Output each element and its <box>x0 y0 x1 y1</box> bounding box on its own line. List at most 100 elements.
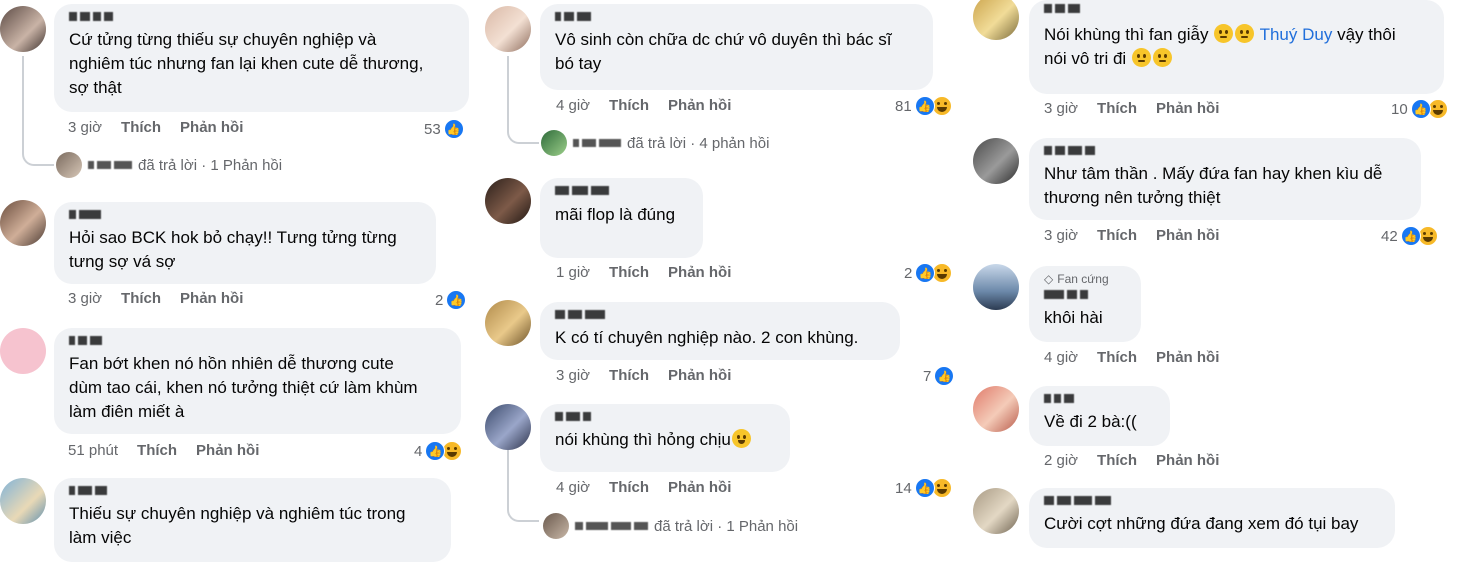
commenter-name-blurred <box>1044 288 1127 301</box>
like-button[interactable]: Thích <box>1097 349 1137 366</box>
reply-button[interactable]: Phản hồi <box>180 119 243 136</box>
comment-actions: 3 giờ Thích Phản hồi <box>68 119 243 136</box>
like-button[interactable]: Thích <box>1097 100 1137 117</box>
reaction-count: 4 <box>414 442 423 460</box>
comment-time[interactable]: 1 giờ <box>556 264 590 281</box>
upside-down-emoji-icon <box>1152 48 1172 67</box>
avatar[interactable] <box>0 328 46 374</box>
reaction-summary[interactable]: 2 👍 <box>904 263 953 283</box>
like-button[interactable]: Thích <box>1097 227 1137 244</box>
like-button[interactable]: Thích <box>609 264 649 281</box>
haha-reaction-icon <box>1417 226 1438 246</box>
reply-button[interactable]: Phản hồi <box>668 264 731 281</box>
like-button[interactable]: Thích <box>609 97 649 114</box>
comment-bubble: Như tâm thần . Mấy đứa fan hay khen kìu … <box>1029 138 1421 220</box>
comment-bubble: mãi flop là đúng <box>540 178 703 258</box>
reply-summary[interactable]: đã trả lời · 1 Phản hồi <box>543 513 798 539</box>
haha-reaction-icon <box>932 263 953 283</box>
reply-button[interactable]: Phản hồi <box>180 290 243 307</box>
comment-actions: 4 giờ Thích Phản hồi <box>1044 349 1219 366</box>
comment-bubble: ◇ Fan cứng khôi hài <box>1029 266 1141 342</box>
avatar[interactable] <box>0 200 46 246</box>
reaction-summary[interactable]: 81 👍 <box>895 96 952 116</box>
comment-column-3: Nói khùng thì fan giẫy Thuý Duy vậy thôi… <box>973 0 1457 561</box>
reaction-summary[interactable]: 14 👍 <box>895 478 952 498</box>
comment-text-content: nói khùng thì hỏng chịu <box>555 430 731 449</box>
reply-button[interactable]: Phản hồi <box>196 442 259 459</box>
comment-text: Vô sinh còn chữa dc chứ vô duyên thì bác… <box>555 30 892 73</box>
like-button[interactable]: Thích <box>121 290 161 307</box>
like-button[interactable]: Thích <box>609 479 649 496</box>
comment-time[interactable]: 3 giờ <box>1044 227 1078 244</box>
comment-time[interactable]: 3 giờ <box>68 119 102 136</box>
reply-button[interactable]: Phản hồi <box>1156 227 1219 244</box>
avatar[interactable] <box>0 6 46 52</box>
reply-button[interactable]: Phản hồi <box>1156 100 1219 117</box>
comment-bubble: Cười cợt những đứa đang xem đó tụi bay <box>1029 488 1395 548</box>
commenter-name-blurred <box>555 308 886 321</box>
comment-bubble: Về đi 2 bà:(( <box>1029 386 1170 446</box>
reaction-summary[interactable]: 42 👍 <box>1381 226 1438 246</box>
like-reaction-icon: 👍 <box>915 263 936 283</box>
comment-time[interactable]: 4 giờ <box>556 479 590 496</box>
like-reaction-icon: 👍 <box>1400 226 1421 246</box>
comment-actions: 4 giờ Thích Phản hồi <box>556 479 731 496</box>
comment-column-2: Vô sinh còn chữa dc chứ vô duyên thì bác… <box>485 0 965 561</box>
like-reaction-icon: 👍 <box>934 366 955 386</box>
avatar[interactable] <box>973 264 1019 310</box>
like-button[interactable]: Thích <box>137 442 177 459</box>
haha-reaction-icon <box>931 96 952 116</box>
reply-button[interactable]: Phản hồi <box>668 97 731 114</box>
reaction-summary[interactable]: 53 👍 <box>424 119 464 139</box>
avatar[interactable] <box>485 178 531 224</box>
comment-bubble: nói khùng thì hỏng chịu <box>540 404 790 472</box>
avatar[interactable] <box>485 6 531 52</box>
comment-time[interactable]: 3 giờ <box>68 290 102 307</box>
avatar <box>543 513 569 539</box>
comment-text: Hỏi sao BCK hok bỏ chạy!! Tưng tửng từng… <box>69 228 397 271</box>
commenter-name-blurred <box>1044 2 1430 15</box>
comment-time[interactable]: 4 giờ <box>1044 349 1078 366</box>
comment-time[interactable]: 3 giờ <box>1044 100 1078 117</box>
reply-button[interactable]: Phản hồi <box>1156 452 1219 469</box>
avatar[interactable] <box>0 478 46 524</box>
comment-text: K có tí chuyên nghiệp nào. 2 con khùng. <box>555 328 859 347</box>
avatar[interactable] <box>973 386 1019 432</box>
mentioned-user-link[interactable]: Thuý Duy <box>1260 25 1333 44</box>
like-button[interactable]: Thích <box>1097 452 1137 469</box>
avatar[interactable] <box>973 488 1019 534</box>
reaction-summary[interactable]: 4 👍 <box>414 441 463 461</box>
comment-text: Fan bớt khen nó hồn nhiên dễ thương cute… <box>69 354 418 421</box>
comment-actions: 2 giờ Thích Phản hồi <box>1044 452 1219 469</box>
upside-down-emoji-icon <box>1131 48 1151 67</box>
reply-button[interactable]: Phản hồi <box>668 367 731 384</box>
comment-time[interactable]: 2 giờ <box>1044 452 1078 469</box>
comment-bubble: Nói khùng thì fan giẫy Thuý Duy vậy thôi… <box>1029 0 1444 94</box>
avatar[interactable] <box>973 0 1019 40</box>
commenter-name-blurred <box>555 184 689 197</box>
reaction-count: 2 <box>904 264 913 282</box>
comment-time[interactable]: 3 giờ <box>556 367 590 384</box>
reply-summary[interactable]: đã trả lời · 1 Phản hồi <box>56 152 282 178</box>
reaction-summary[interactable]: 7 👍 <box>923 366 955 386</box>
avatar[interactable] <box>485 300 531 346</box>
comment-time[interactable]: 51 phút <box>68 442 118 459</box>
reaction-summary[interactable]: 10 👍 <box>1391 99 1448 119</box>
comment-time[interactable]: 4 giờ <box>556 97 590 114</box>
comment-text: mãi flop là đúng <box>555 205 676 224</box>
reply-button[interactable]: Phản hồi <box>1156 349 1219 366</box>
like-button[interactable]: Thích <box>609 367 649 384</box>
comment-bubble: Cứ tửng từng thiếu sự chuyên nghiệp và n… <box>54 4 469 112</box>
haha-reaction-icon <box>442 441 463 461</box>
reaction-summary[interactable]: 2 👍 <box>435 290 467 310</box>
comment-text: Cứ tửng từng thiếu sự chuyên nghiệp và n… <box>69 30 424 97</box>
reply-summary-text: đã trả lời · 4 phản hồi <box>627 134 770 152</box>
reply-button[interactable]: Phản hồi <box>668 479 731 496</box>
reaction-count: 42 <box>1381 227 1398 245</box>
avatar[interactable] <box>485 404 531 450</box>
reply-name-blurred <box>88 161 132 169</box>
avatar[interactable] <box>973 138 1019 184</box>
like-button[interactable]: Thích <box>121 119 161 136</box>
reply-summary[interactable]: đã trả lời · 4 phản hồi <box>541 130 769 156</box>
reply-summary-text: đã trả lời · 1 Phản hồi <box>138 156 283 174</box>
